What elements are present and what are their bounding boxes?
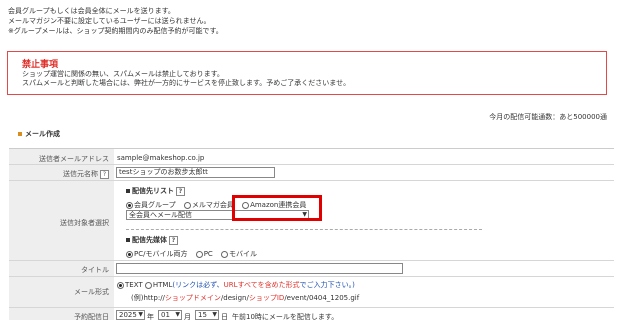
format-example-mid: /design/ (220, 294, 249, 302)
radio-checked-icon[interactable] (126, 201, 133, 209)
year-select[interactable]: 2025 ▼ (116, 310, 145, 320)
year-unit: 年 (147, 313, 154, 320)
format-example-shop: ショップドメイン (164, 294, 221, 302)
list-option-magazine[interactable]: メルマガ会員 (183, 201, 234, 209)
row-divider (9, 260, 614, 261)
format-example-prefix: (例)http:// (131, 294, 165, 302)
amazon-option-highlight (232, 195, 322, 221)
radio-checked-icon[interactable] (117, 281, 124, 289)
help-icon[interactable]: ? (100, 170, 109, 179)
chevron-down-icon: ▼ (138, 311, 143, 318)
media-heading-text: 配信先媒体 (132, 236, 167, 244)
member-group-select-value: 全会員へメール配信 (129, 211, 192, 219)
row-divider (9, 180, 614, 181)
target-label: 送信対象者選択 (60, 219, 109, 227)
format-label: メール形式 (74, 288, 109, 296)
format-note-suffix: でご入力下さい。) (299, 281, 355, 289)
notice-title: 禁止事項 (22, 60, 59, 70)
sender-name-label-text: 送信元名称 (63, 170, 98, 178)
format-option-html-label: HTML (152, 281, 173, 289)
list-option-group-label: 会員グループ (134, 201, 176, 209)
intro-text: 会員グループもしくは会員全体にメールを送ります。 メールマガジン不要に設定してい… (8, 6, 223, 36)
list-heading-text: 配信先リスト (132, 187, 174, 195)
intro-line-2: メールマガジン不要に設定しているユーザーには送られません。 (8, 17, 211, 25)
media-option-both[interactable]: PC/モバイル両方 (126, 250, 187, 258)
heading-bullet-icon (126, 189, 130, 193)
schedule-note: 午前10時にメールを配信します。 (232, 313, 339, 320)
format-example-suffix: /event/0404_1205.gif (284, 294, 360, 302)
list-option-magazine-label: メルマガ会員 (191, 201, 234, 209)
day-select-value: 15 (198, 311, 207, 319)
sender-address-value: sample@makeshop.co.jp (117, 154, 205, 162)
day-select[interactable]: 15 ▼ (195, 310, 219, 320)
intro-line-1: 会員グループもしくは会員全体にメールを送ります。 (8, 7, 175, 15)
sender-address-label: 送信者メールアドレス (39, 155, 109, 163)
media-option-pc-label: PC (203, 250, 213, 258)
radio-icon[interactable] (144, 281, 152, 289)
notice-text: ショップ運営に関係の無い、スパムメールは禁止しております。 スパムメールと判断し… (22, 70, 350, 88)
row-divider (9, 307, 614, 308)
month-select[interactable]: 01 ▼ (158, 310, 182, 320)
monthly-quota: 今月の配信可能通数：あと500000通 (489, 113, 607, 121)
prohibited-notice: 禁止事項 ショップ運営に関係の無い、スパムメールは禁止しております。 スパムメー… (7, 51, 607, 95)
format-example: (例)http://ショップドメイン/design/ショップID/event/0… (131, 293, 359, 303)
intro-line-3: ※グループメールは、ショップ契約期間内のみ配信予約が可能です。 (8, 27, 223, 35)
media-heading: 配信先媒体? (126, 235, 178, 245)
section-bullet-icon (18, 132, 22, 136)
format-note-prefix: (リンクは必ず、 (172, 281, 224, 289)
heading-bullet-icon (126, 238, 130, 242)
year-select-value: 2025 (119, 311, 137, 319)
media-option-both-label: PC/モバイル両方 (134, 250, 188, 258)
radio-icon[interactable] (195, 250, 203, 258)
schedule-label: 予約配信日 (74, 313, 109, 320)
row-divider (9, 276, 614, 277)
help-icon[interactable]: ? (176, 187, 185, 196)
media-option-mobile[interactable]: モバイル (221, 250, 257, 258)
dashed-divider (126, 229, 482, 230)
radio-icon[interactable] (221, 250, 229, 258)
title-label: タイトル (81, 266, 109, 274)
help-icon[interactable]: ? (169, 236, 178, 245)
list-heading: 配信先リスト? (126, 186, 185, 196)
media-option-mobile-label: モバイル (229, 250, 258, 258)
radio-icon[interactable] (183, 201, 191, 209)
media-option-pc[interactable]: PC (195, 250, 213, 258)
sender-name-input[interactable]: testショップのお数步太郎tt (116, 167, 275, 178)
format-example-id: ショップID (248, 294, 285, 302)
format-option-html[interactable]: HTML (144, 281, 173, 289)
day-unit: 日 (221, 313, 228, 320)
format-option-text[interactable]: TEXT (117, 281, 143, 289)
media-options: PC/モバイル両方 PC モバイル (126, 249, 263, 259)
format-options: TEXT HTML(リンクは必ず、URLすべてを含めた形式でご入力下さい。) (117, 280, 355, 290)
sender-name-label: 送信元名称? (63, 169, 109, 179)
list-option-group[interactable]: 会員グループ (126, 201, 176, 209)
month-unit: 月 (184, 313, 191, 320)
notice-line-1: ショップ運営に関係の無い、スパムメールは禁止しております。 (22, 70, 224, 78)
section-title: メール作成 (18, 129, 60, 139)
chevron-down-icon: ▼ (175, 311, 180, 318)
section-title-text: メール作成 (25, 130, 60, 138)
mail-form: 送信者メールアドレス sample@makeshop.co.jp 送信元名称? … (9, 148, 614, 320)
title-input[interactable] (116, 263, 403, 274)
chevron-down-icon: ▼ (212, 311, 217, 318)
notice-line-2: スパムメールと判断した場合には、弊社が一方的にサービスを停止致します。予めご了承… (22, 79, 351, 87)
radio-checked-icon[interactable] (126, 250, 133, 258)
format-note-url: URLすべてを含めた形式 (223, 281, 300, 289)
row-divider (9, 164, 614, 165)
format-option-text-label: TEXT (125, 281, 143, 289)
month-select-value: 01 (161, 311, 170, 319)
